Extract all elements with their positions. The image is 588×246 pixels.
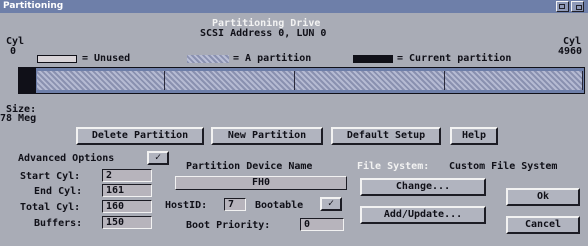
host-id-label: HostID:: [165, 200, 208, 211]
add-update-button[interactable]: Add/Update...: [360, 206, 486, 224]
default-setup-button[interactable]: Default Setup: [331, 127, 441, 145]
advanced-options-label: Advanced Options: [18, 153, 115, 164]
legend-a-partition: = A partition: [233, 53, 312, 64]
host-id-field[interactable]: 7: [224, 198, 246, 211]
end-cyl-label: End Cyl:: [34, 186, 83, 197]
file-system-label: File System:: [357, 161, 430, 172]
ok-button[interactable]: Ok: [506, 188, 580, 206]
boot-priority-label: Boot Priority:: [186, 220, 271, 231]
size-value: 78 Meg: [0, 113, 37, 124]
current-swatch: [353, 55, 393, 63]
partition-segment[interactable]: [165, 71, 295, 90]
buffers-field[interactable]: 150: [102, 216, 152, 229]
zoom-icon: [559, 4, 565, 9]
new-partition-button[interactable]: New Partition: [211, 127, 323, 145]
partition-segment[interactable]: [295, 71, 445, 90]
zoom-button[interactable]: [556, 1, 569, 12]
boot-priority-field[interactable]: 0: [300, 218, 344, 231]
total-cyl-label: Total Cyl:: [20, 202, 81, 213]
legend-current: = Current partition: [397, 53, 512, 64]
depth-button[interactable]: [571, 1, 584, 12]
start-cyl-label: Start Cyl:: [20, 171, 81, 182]
cancel-button[interactable]: Cancel: [506, 216, 580, 234]
unused-swatch: [37, 55, 77, 63]
partition-device-label: Partition Device Name: [186, 161, 313, 172]
end-cyl-field[interactable]: 161: [102, 184, 152, 197]
current-partition[interactable]: [18, 67, 36, 94]
partition-segment[interactable]: [445, 71, 583, 90]
device-name-field[interactable]: FH0: [175, 176, 347, 190]
start-cyl-field[interactable]: 2: [102, 169, 152, 182]
partition-bar[interactable]: [18, 67, 585, 94]
cyl-right-value: 4960: [558, 46, 583, 57]
advanced-options-checkbox[interactable]: ✓: [147, 151, 169, 165]
change-button[interactable]: Change...: [360, 178, 486, 196]
bootable-label: Bootable: [255, 200, 304, 211]
legend-unused: = Unused: [82, 53, 131, 64]
partition-swatch: [187, 55, 229, 63]
delete-partition-button[interactable]: Delete Partition: [76, 127, 204, 145]
partition-segment[interactable]: [37, 71, 165, 90]
buffers-label: Buffers:: [34, 218, 83, 229]
cyl-left-value: 0: [10, 46, 17, 57]
scsi-address: SCSI Address 0, LUN 0: [200, 28, 327, 39]
file-system-value: Custom File System: [449, 161, 558, 172]
help-button[interactable]: Help: [450, 127, 498, 145]
title-bar[interactable]: [0, 0, 588, 13]
window-title: Partitioning: [3, 1, 64, 11]
bootable-checkbox[interactable]: ✓: [320, 197, 342, 211]
depth-icon: [576, 5, 582, 10]
total-cyl-field[interactable]: 160: [102, 200, 152, 213]
